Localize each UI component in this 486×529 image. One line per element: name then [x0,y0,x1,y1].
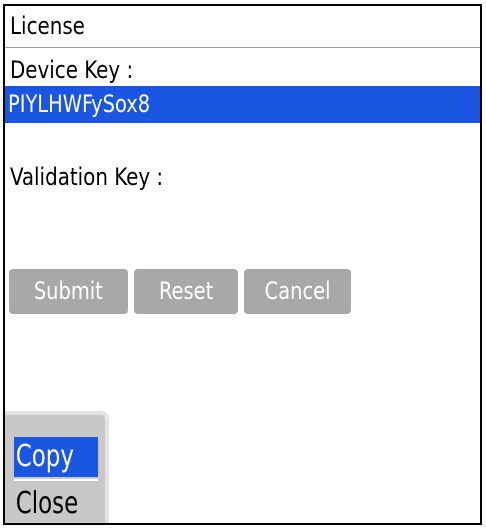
menu-divider [14,479,98,481]
context-menu: Copy Close [5,411,109,523]
menu-item-close[interactable]: Close [14,484,98,523]
cancel-button-label: Cancel [264,277,331,305]
reset-button[interactable]: Reset [134,269,238,314]
cancel-button[interactable]: Cancel [244,269,351,314]
page-title: License [10,12,85,40]
validation-key-label: Validation Key : [10,163,164,191]
menu-item-copy[interactable]: Copy [14,437,98,477]
submit-button[interactable]: Submit [9,269,128,314]
device-key-label: Device Key : [10,56,134,84]
device-screen: License Device Key : PIYLHWFySox8 Valida… [3,4,482,525]
reset-button-label: Reset [158,277,214,305]
submit-button-label: Submit [34,277,103,305]
menu-item-copy-label: Copy [15,439,74,474]
device-key-value: PIYLHWFySox8 [8,90,151,118]
device-key-field[interactable]: PIYLHWFySox8 [5,86,480,123]
menu-item-close-label: Close [15,486,79,521]
title-bar: License [5,6,480,48]
validation-key-input[interactable] [5,196,480,246]
